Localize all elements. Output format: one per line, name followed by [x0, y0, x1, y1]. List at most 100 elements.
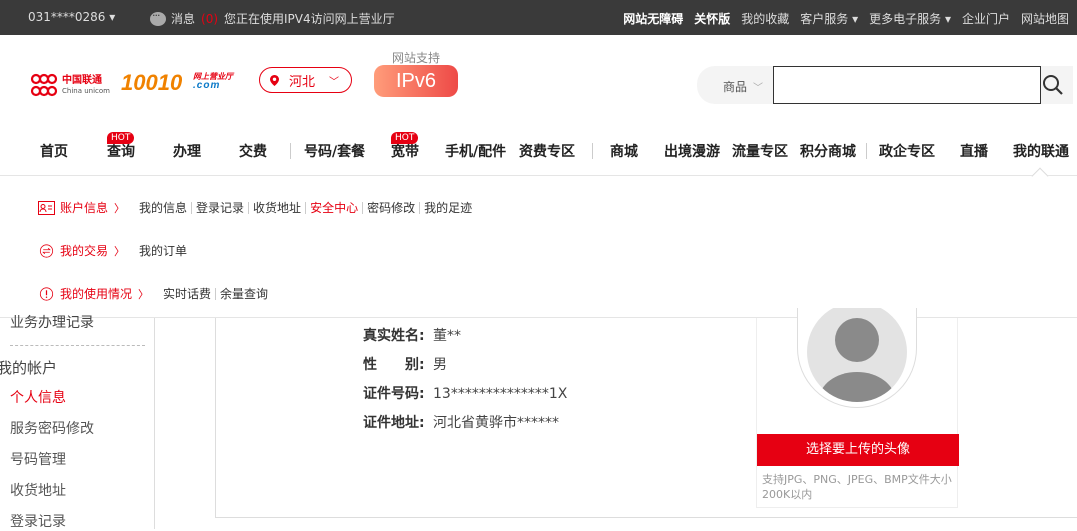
avatar-upload-card: 选择要上传的头像 支持JPG、PNG、JPEG、BMP文件大小200K以内 — [756, 308, 959, 508]
info-icon — [39, 286, 54, 301]
real-name-row: 真实姓名: 董** — [363, 325, 461, 345]
id-address-row: 证件地址: 河北省黄骅市****** — [363, 412, 559, 432]
logo-10010-sub: 网上营业厅 .com — [193, 72, 233, 91]
province-selector[interactable]: 河北 ﹀ — [259, 67, 352, 93]
avatar — [797, 308, 917, 408]
chevron-down-icon: ﹀ — [753, 83, 764, 94]
nav-handle[interactable]: 办理 — [173, 141, 201, 161]
logo-sub-com: .com — [193, 80, 221, 91]
sidebar-item-business-records[interactable]: 业务办理记录 — [10, 312, 94, 332]
nav-data-zone[interactable]: 流量专区 — [732, 141, 788, 161]
my-info-link[interactable]: 我的信息 — [135, 201, 193, 214]
sidebar-item-login-records[interactable]: 登录记录 — [10, 511, 66, 531]
province-name: 河北 — [289, 74, 316, 90]
hot-badge: HOT — [391, 132, 419, 144]
real-name-label: 真实姓名: — [363, 328, 425, 344]
search-input[interactable] — [773, 66, 1041, 104]
chevron-down-icon: ﹀ — [329, 76, 340, 88]
chevron-right-icon: 〉 — [138, 287, 150, 301]
phone-number[interactable]: 031****0286 — [28, 10, 105, 24]
favorites-link[interactable]: 我的收藏 — [741, 10, 789, 27]
upload-avatar-button[interactable]: 选择要上传的头像 — [757, 434, 959, 466]
brand-name[interactable]: 中国联通 China unicom — [62, 75, 110, 97]
nav-phones[interactable]: 手机/配件 — [445, 141, 506, 161]
logo-10010[interactable]: 10010 网上营业厅 .com — [121, 70, 233, 96]
default-avatar-icon — [807, 308, 907, 402]
account-info-row: 账户信息 〉 我的信息 登录记录 收货地址 安全中心 密码修改 我的足迹 — [38, 199, 476, 216]
nav-mall[interactable]: 商城 — [610, 141, 638, 161]
shipping-address-link[interactable]: 收货地址 — [249, 201, 307, 214]
login-records-link[interactable]: 登录记录 — [192, 201, 250, 214]
ipv4-notice: 您正在使用IPV4访问网上营业厅 — [224, 12, 395, 26]
care-mode-link[interactable]: 关怀版 — [694, 10, 730, 27]
search-category-select[interactable]: 商品 ﹀ — [723, 78, 763, 95]
chevron-down-icon[interactable]: ▾ — [105, 10, 115, 24]
nav-broadband[interactable]: 宽带 HOT — [391, 132, 419, 161]
main-nav: 首页 查询 HOT 办理 交费 号码/套餐 宽带 HOT 手机/配件 资费专区 商城… — [0, 132, 1077, 175]
realtime-fee-link[interactable]: 实时话费 — [159, 287, 217, 300]
password-change-link[interactable]: 密码修改 — [363, 201, 421, 214]
nav-payment[interactable]: 交费 — [239, 141, 267, 161]
location-pin-icon — [270, 74, 279, 86]
balance-query-link[interactable]: 余量查询 — [216, 288, 272, 300]
id-address-value: 河北省黄骅市****** — [433, 415, 559, 431]
exchange-icon — [39, 243, 54, 258]
nav-divider — [290, 143, 291, 159]
usage-row: 我的使用情况 〉 实时话费 余量查询 — [38, 285, 272, 302]
nav-divider — [866, 143, 867, 159]
more-services-menu[interactable]: 更多电子服务 ▾ — [869, 10, 951, 27]
brand-cn: 中国联通 — [62, 75, 102, 86]
accessibility-link[interactable]: 网站无障碍 — [623, 10, 683, 27]
top-links: 网站无障碍 关怀版 我的收藏 客户服务 ▾ 更多电子服务 ▾ 企业门户 网站地图 — [612, 10, 1069, 27]
my-trade-title[interactable]: 我的交易 — [60, 242, 108, 259]
account-info-title[interactable]: 账户信息 — [60, 199, 108, 216]
hot-badge: HOT — [107, 132, 135, 144]
customer-service-menu[interactable]: 客户服务 ▾ — [800, 10, 858, 27]
search-category-label: 商品 — [723, 80, 748, 94]
search-bar: 商品 ﹀ — [697, 66, 1073, 104]
nav-enterprise[interactable]: 政企专区 — [879, 141, 935, 161]
account-phone[interactable]: 031****0286 ▾ — [28, 10, 115, 24]
nav-points-mall[interactable]: 积分商城 — [800, 141, 856, 161]
nav-broadband-label: 宽带 — [391, 144, 419, 160]
ipv6-label: 网站支持 — [392, 51, 441, 65]
search-icon[interactable] — [1041, 73, 1065, 97]
gender-row: 性 别: 男 — [363, 354, 447, 374]
id-address-label: 证件地址: — [363, 415, 425, 431]
chat-bubble-icon[interactable] — [150, 9, 166, 26]
nav-number-plan[interactable]: 号码/套餐 — [304, 141, 365, 161]
sidebar-item-shipping-address[interactable]: 收货地址 — [10, 480, 66, 500]
sidebar-item-number-management[interactable]: 号码管理 — [10, 449, 66, 469]
real-name-value: 董** — [433, 328, 461, 344]
id-number-row: 证件号码: 13**************1X — [363, 383, 567, 403]
my-trade-row: 我的交易 〉 我的订单 — [38, 242, 191, 259]
my-orders-link[interactable]: 我的订单 — [135, 245, 191, 257]
sidebar-item-personal-info[interactable]: 个人信息 — [10, 387, 66, 407]
gender-value: 男 — [433, 357, 447, 373]
my-footprint-link[interactable]: 我的足迹 — [420, 202, 476, 214]
upload-note: 支持JPG、PNG、JPEG、BMP文件大小200K以内 — [762, 473, 952, 501]
sidebar: 业务办理记录 我的帐户 个人信息 服务密码修改 号码管理 收货地址 登录记录 — [0, 315, 155, 531]
nav-tariff[interactable]: 资费专区 — [519, 141, 575, 161]
id-card-icon — [38, 200, 55, 215]
main-content: 真实姓名: 董** 性 别: 男 证件号码: 13**************1X 证… — [163, 308, 1077, 529]
nav-live[interactable]: 直播 — [960, 141, 988, 161]
usage-title[interactable]: 我的使用情况 — [60, 285, 132, 302]
gender-label: 性 别: — [363, 357, 425, 373]
enterprise-portal-link[interactable]: 企业门户 — [962, 10, 1010, 27]
nav-query-label: 查询 — [107, 144, 135, 160]
chevron-right-icon: 〉 — [114, 244, 126, 258]
message-link[interactable]: 消息 — [171, 10, 195, 27]
site-map-link[interactable]: 网站地图 — [1021, 10, 1069, 27]
brand-en: China unicom — [62, 87, 110, 95]
nav-query[interactable]: 查询 HOT — [107, 132, 135, 161]
security-center-link[interactable]: 安全中心 — [306, 201, 364, 214]
nav-roaming[interactable]: 出境漫游 — [664, 141, 720, 161]
sidebar-item-service-password[interactable]: 服务密码修改 — [10, 418, 94, 438]
china-unicom-logo-icon[interactable] — [30, 73, 58, 97]
ipv6-badge[interactable]: IPv6 — [374, 65, 458, 97]
message-count[interactable]: (0) — [201, 12, 218, 26]
nav-my-unicom[interactable]: 我的联通 — [1013, 141, 1069, 161]
chevron-right-icon: 〉 — [114, 201, 126, 215]
nav-home[interactable]: 首页 — [40, 141, 68, 161]
